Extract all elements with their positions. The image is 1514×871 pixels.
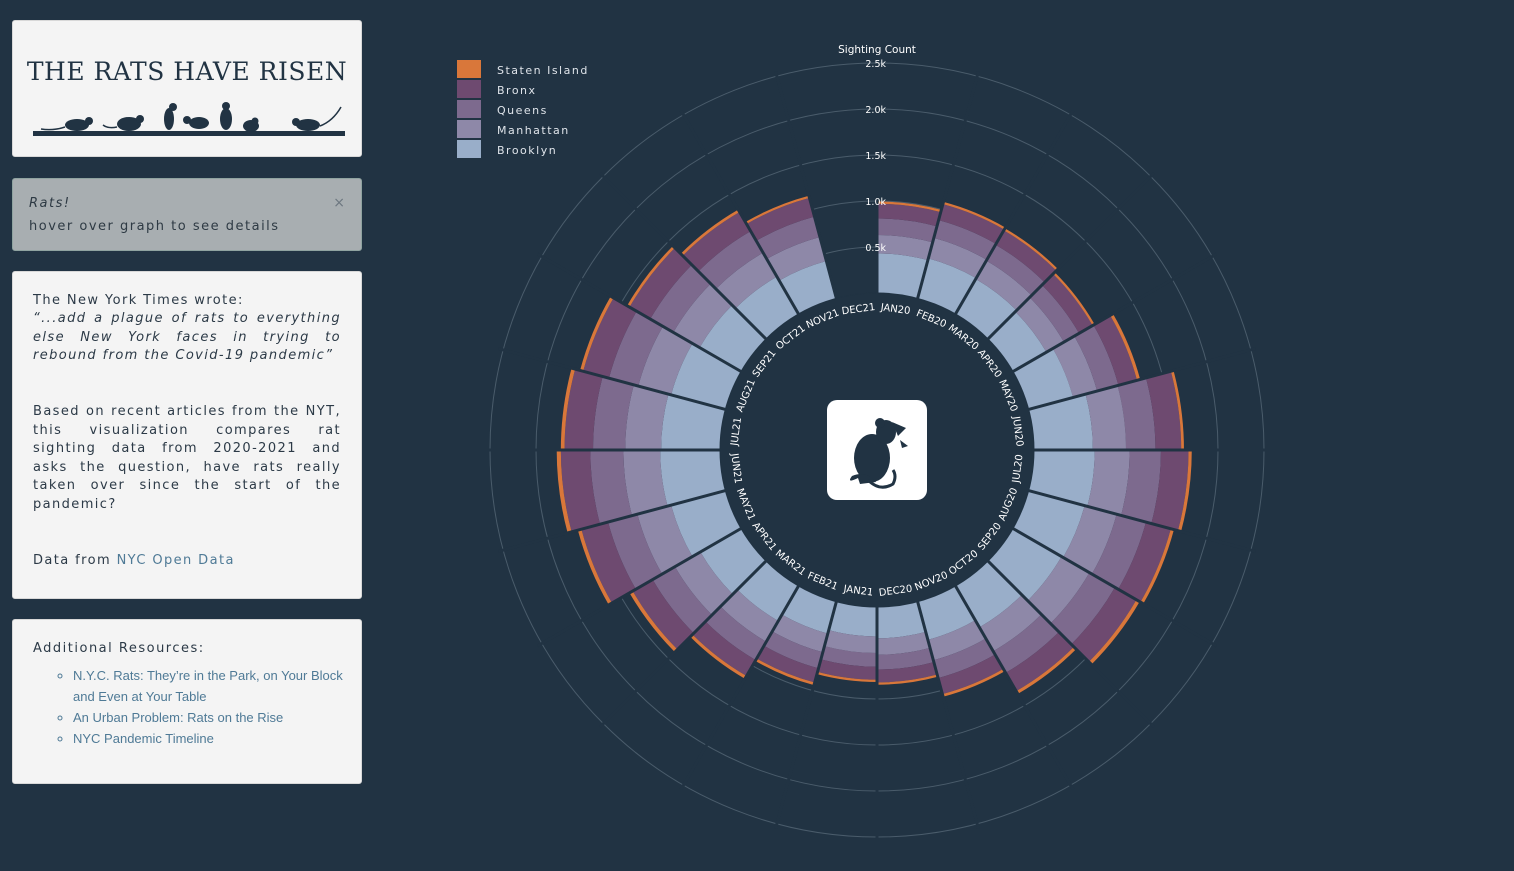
legend-label[interactable]: Staten Island bbox=[497, 64, 589, 77]
radial-axis-title: Sighting Count bbox=[838, 44, 916, 56]
legend-swatch[interactable] bbox=[457, 120, 481, 138]
legend-label[interactable]: Queens bbox=[497, 104, 548, 117]
legend-swatch[interactable] bbox=[457, 140, 481, 158]
radial-tick-label: 2.0k bbox=[865, 105, 886, 116]
radial-tick-label: 0.5k bbox=[865, 243, 886, 254]
radial-tick-label: 1.0k bbox=[865, 197, 886, 208]
radial-tick-label: 2.5k bbox=[865, 59, 886, 70]
legend-label[interactable]: Brooklyn bbox=[497, 144, 557, 157]
legend-label[interactable]: Bronx bbox=[497, 84, 537, 97]
rat-sightings-polar-chart[interactable]: JAN20 FEB20MAR20APR20MAY20JUN20JUL20AUG20… bbox=[0, 0, 1514, 871]
legend-swatch[interactable] bbox=[457, 60, 481, 78]
legend-swatch[interactable] bbox=[457, 100, 481, 118]
legend-label[interactable]: Manhattan bbox=[497, 124, 570, 137]
legend-swatch[interactable] bbox=[457, 80, 481, 98]
radial-tick-label: 1.5k bbox=[865, 151, 886, 162]
